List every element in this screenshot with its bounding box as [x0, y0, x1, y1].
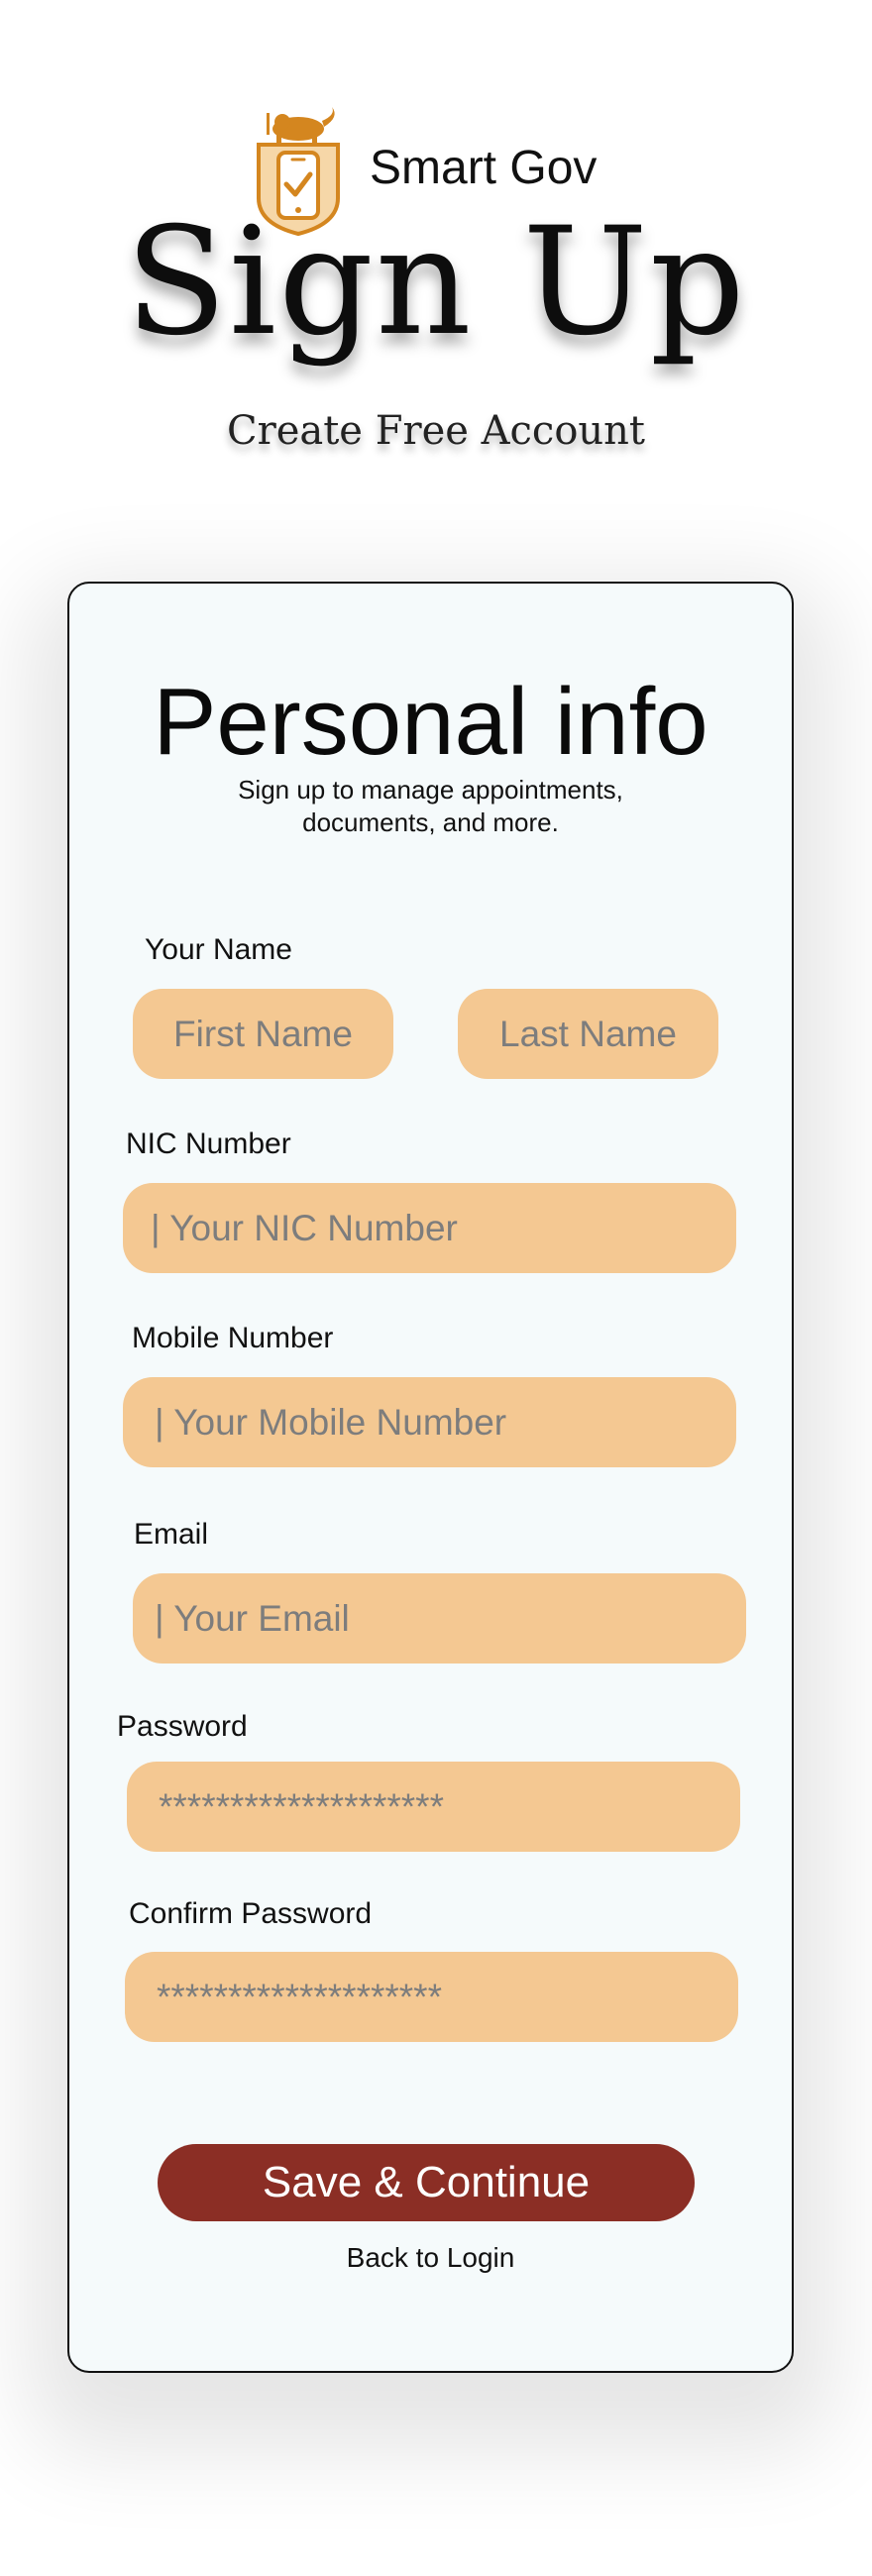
confirm-password-input[interactable] — [125, 1952, 738, 2042]
signup-page: Smart Gov Sign Up Create Free Account Pe… — [0, 0, 872, 2576]
save-continue-button[interactable]: Save & Continue — [158, 2144, 695, 2221]
mobile-label: Mobile Number — [132, 1322, 334, 1354]
first-name-input[interactable] — [133, 989, 393, 1079]
password-input[interactable] — [127, 1762, 740, 1852]
mobile-input[interactable] — [123, 1377, 736, 1467]
name-label: Your Name — [145, 933, 292, 966]
back-to-login-link[interactable]: Back to Login — [69, 2242, 792, 2274]
nic-input[interactable] — [123, 1183, 736, 1273]
brand-name: Smart Gov — [370, 142, 598, 194]
card-title: Personal info — [153, 669, 708, 775]
card-subtitle-line-1: Sign up to manage appointments, — [238, 775, 623, 805]
page-title: Sign Up — [125, 196, 747, 369]
email-input[interactable] — [133, 1573, 746, 1664]
card-subtitle-line-2: documents, and more. — [302, 807, 559, 837]
password-label: Password — [117, 1710, 248, 1743]
email-label: Email — [134, 1518, 209, 1551]
confirm-password-label: Confirm Password — [129, 1897, 373, 1930]
nic-label: NIC Number — [126, 1127, 291, 1160]
card-subtitle: Sign up to manage appointments, document… — [69, 774, 792, 839]
signup-card: Personal info Sign up to manage appointm… — [67, 582, 794, 2373]
page-subtitle: Create Free Account — [226, 408, 645, 454]
last-name-input[interactable] — [458, 989, 718, 1079]
